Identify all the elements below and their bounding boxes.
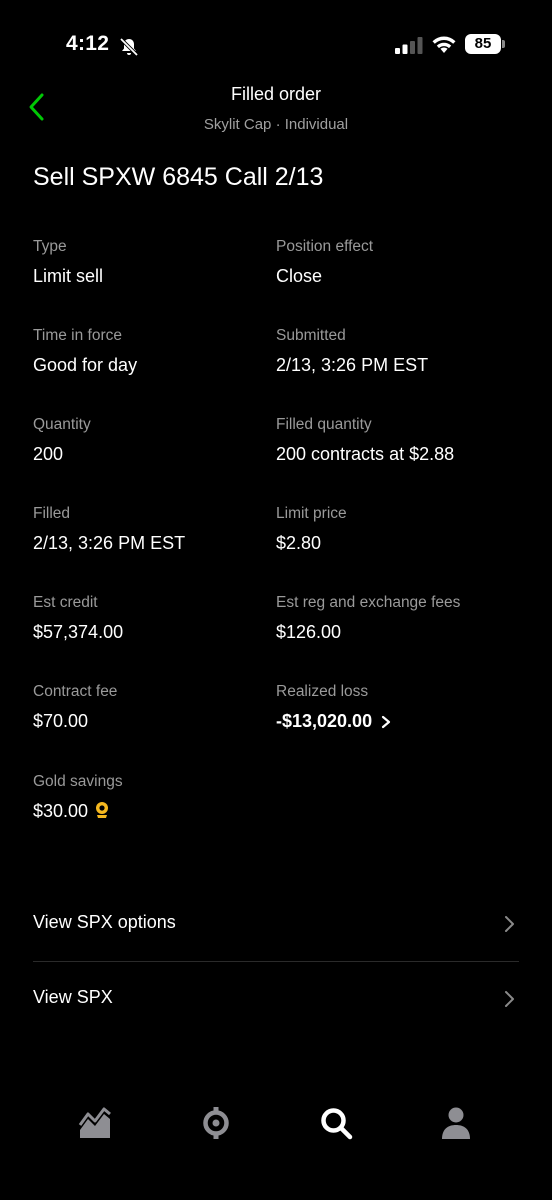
field-label: Gold savings — [33, 773, 123, 790]
field-value: 200 — [33, 444, 64, 464]
crypto-icon[interactable] — [198, 1105, 234, 1141]
view-spx-options-link[interactable]: View SPX options — [33, 900, 519, 950]
field-label: Quantity — [33, 416, 91, 433]
field-label: Realized loss — [276, 683, 369, 700]
field-label: Type — [33, 238, 67, 255]
order-title: Sell SPXW 6845 Call 2/13 — [33, 163, 324, 191]
divider — [33, 961, 519, 962]
signal-icon — [395, 37, 423, 54]
field-submitted: Submitted 2/13, 3:26 PM EST — [276, 327, 536, 376]
gold-icon — [96, 802, 109, 818]
search-icon[interactable] — [318, 1105, 354, 1141]
battery-tip — [502, 40, 505, 48]
field-est-fees: Est reg and exchange fees $126.00 — [276, 594, 536, 643]
field-limit-price: Limit price $2.80 — [276, 505, 536, 554]
chevron-right-icon — [381, 716, 391, 729]
field-label: Submitted — [276, 327, 346, 344]
field-position-effect: Position effect Close — [276, 238, 536, 287]
wifi-icon — [432, 36, 456, 53]
account-icon[interactable] — [438, 1105, 474, 1141]
view-spx-link[interactable]: View SPX — [33, 975, 519, 1025]
field-value: Good for day — [33, 355, 138, 375]
field-label: Time in force — [33, 327, 123, 344]
chart-icon[interactable] — [77, 1105, 113, 1141]
field-label: Filled quantity — [276, 416, 372, 433]
field-label: Filled — [33, 505, 71, 522]
field-gold-savings: Gold savings $30.00 — [33, 773, 273, 822]
field-label: Est credit — [33, 594, 98, 611]
field-value: $57,374.00 — [33, 622, 124, 642]
field-value: Limit sell — [33, 266, 104, 286]
realized-loss-link[interactable]: -$13,020.00 — [276, 711, 536, 732]
field-realized-loss[interactable]: Realized loss -$13,020.00 — [276, 683, 536, 732]
bell-muted-icon — [119, 37, 139, 57]
field-value: -$13,020.00 — [276, 711, 373, 731]
field-contract-fee: Contract fee $70.00 — [33, 683, 273, 732]
field-value: 200 contracts at $2.88 — [276, 444, 455, 464]
field-est-credit: Est credit $57,374.00 — [33, 594, 273, 643]
link-label: View SPX options — [33, 912, 176, 932]
field-filled-quantity: Filled quantity 200 contracts at $2.88 — [276, 416, 536, 465]
field-quantity: Quantity 200 — [33, 416, 273, 465]
field-value: 2/13, 3:26 PM EST — [276, 355, 429, 375]
field-time-in-force: Time in force Good for day — [33, 327, 273, 376]
field-value: $126.00 — [276, 622, 342, 642]
field-label: Contract fee — [33, 683, 118, 700]
chevron-right-icon — [505, 991, 514, 1007]
field-value: $70.00 — [33, 711, 89, 731]
battery-indicator: 85 — [465, 34, 501, 54]
status-bar: 4:12 85 — [0, 0, 552, 90]
header-title: Filled order — [230, 84, 322, 104]
field-label: Position effect — [276, 238, 374, 255]
link-label: View SPX — [33, 987, 113, 1007]
field-value: Close — [276, 266, 323, 286]
status-time: 4:12 — [66, 32, 110, 55]
gold-savings-value-row: $30.00 — [33, 801, 273, 822]
field-value: $2.80 — [276, 533, 322, 553]
field-value: 2/13, 3:26 PM EST — [33, 533, 186, 553]
field-label: Limit price — [276, 505, 347, 522]
field-filled: Filled 2/13, 3:26 PM EST — [33, 505, 273, 554]
header-subtitle: Skylit Cap · Individual — [203, 116, 349, 133]
field-value: $30.00 — [33, 801, 89, 821]
chevron-right-icon — [505, 916, 514, 932]
field-type: Type Limit sell — [33, 238, 273, 287]
field-label: Est reg and exchange fees — [276, 594, 461, 611]
